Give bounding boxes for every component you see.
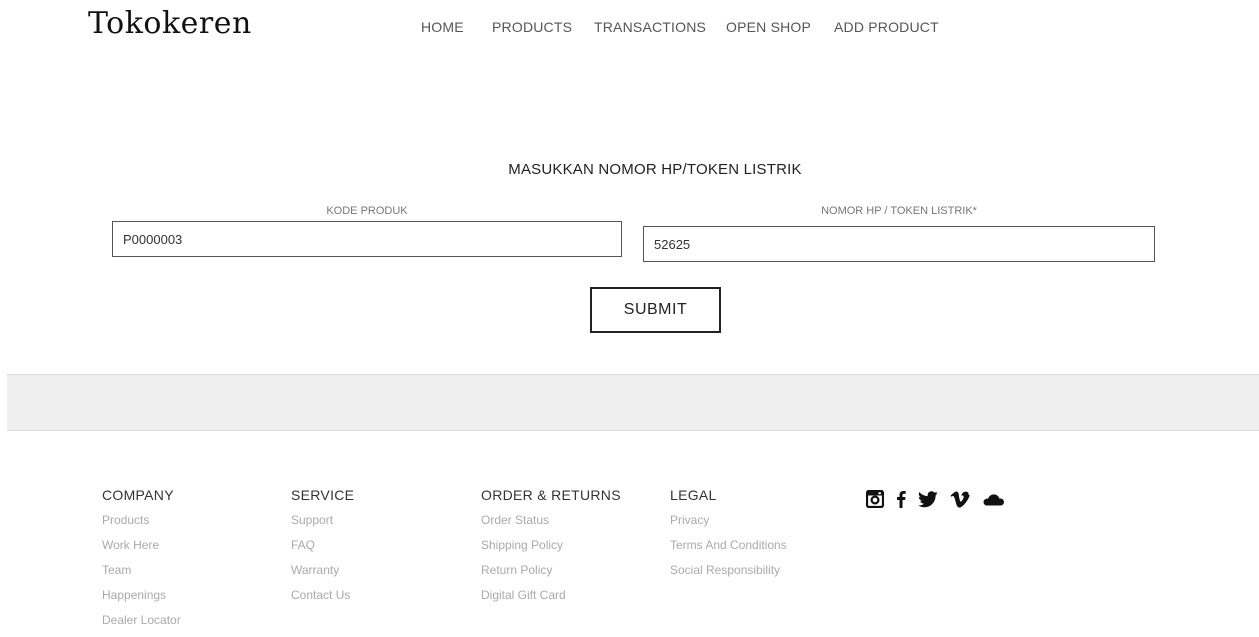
- nav-home[interactable]: HOME: [421, 19, 464, 35]
- footer-divider-band: [7, 374, 1259, 431]
- footer-col-company: COMPANY Products Work Here Team Happenin…: [102, 487, 181, 637]
- footer-link-support[interactable]: Support: [291, 512, 354, 537]
- instagram-icon[interactable]: [865, 489, 885, 513]
- twitter-icon[interactable]: [918, 490, 938, 513]
- footer-link-privacy[interactable]: Privacy: [670, 512, 787, 537]
- kode-produk-input[interactable]: [112, 221, 622, 257]
- footer-link-faq[interactable]: FAQ: [291, 537, 354, 562]
- footer-link-dealer-locator[interactable]: Dealer Locator: [102, 612, 181, 637]
- footer-link-warranty[interactable]: Warranty: [291, 562, 354, 587]
- footer-link-return-policy[interactable]: Return Policy: [481, 562, 621, 587]
- footer-link-order-status[interactable]: Order Status: [481, 512, 621, 537]
- footer-link-products[interactable]: Products: [102, 512, 181, 537]
- footer-link-work-here[interactable]: Work Here: [102, 537, 181, 562]
- site-logo[interactable]: Tokokeren: [88, 6, 252, 41]
- footer-heading-order-returns: ORDER & RETURNS: [481, 487, 621, 503]
- footer-link-social-responsibility[interactable]: Social Responsibility: [670, 562, 787, 587]
- footer-col-legal: LEGAL Privacy Terms And Conditions Socia…: [670, 487, 787, 587]
- nav-transactions[interactable]: TRANSACTIONS: [594, 19, 706, 35]
- footer-link-shipping-policy[interactable]: Shipping Policy: [481, 537, 621, 562]
- vimeo-icon[interactable]: [950, 490, 970, 513]
- soundcloud-icon[interactable]: [982, 493, 1004, 511]
- nomor-hp-label: NOMOR HP / TOKEN LISTRIK*: [821, 205, 977, 217]
- footer-col-service: SERVICE Support FAQ Warranty Contact Us: [291, 487, 354, 612]
- nav-open-shop[interactable]: OPEN SHOP: [726, 19, 811, 35]
- form-title: MASUKKAN NOMOR HP/TOKEN LISTRIK: [508, 161, 802, 178]
- footer-heading-company: COMPANY: [102, 487, 174, 503]
- footer-link-team[interactable]: Team: [102, 562, 181, 587]
- kode-produk-label: KODE PRODUK: [326, 205, 408, 217]
- footer-link-happenings[interactable]: Happenings: [102, 587, 181, 612]
- footer-link-contact-us[interactable]: Contact Us: [291, 587, 354, 612]
- footer-heading-legal: LEGAL: [670, 487, 717, 503]
- footer-col-order-returns: ORDER & RETURNS Order Status Shipping Po…: [481, 487, 621, 612]
- nomor-hp-input[interactable]: [643, 226, 1155, 262]
- social-icons: [865, 489, 1016, 513]
- nav-add-product[interactable]: ADD PRODUCT: [834, 19, 939, 35]
- submit-button[interactable]: SUBMIT: [590, 287, 721, 333]
- nav-products[interactable]: PRODUCTS: [492, 19, 572, 35]
- facebook-icon[interactable]: [896, 490, 906, 513]
- footer-link-terms[interactable]: Terms And Conditions: [670, 537, 787, 562]
- footer-heading-service: SERVICE: [291, 487, 355, 503]
- footer-link-digital-gift-card[interactable]: Digital Gift Card: [481, 587, 621, 612]
